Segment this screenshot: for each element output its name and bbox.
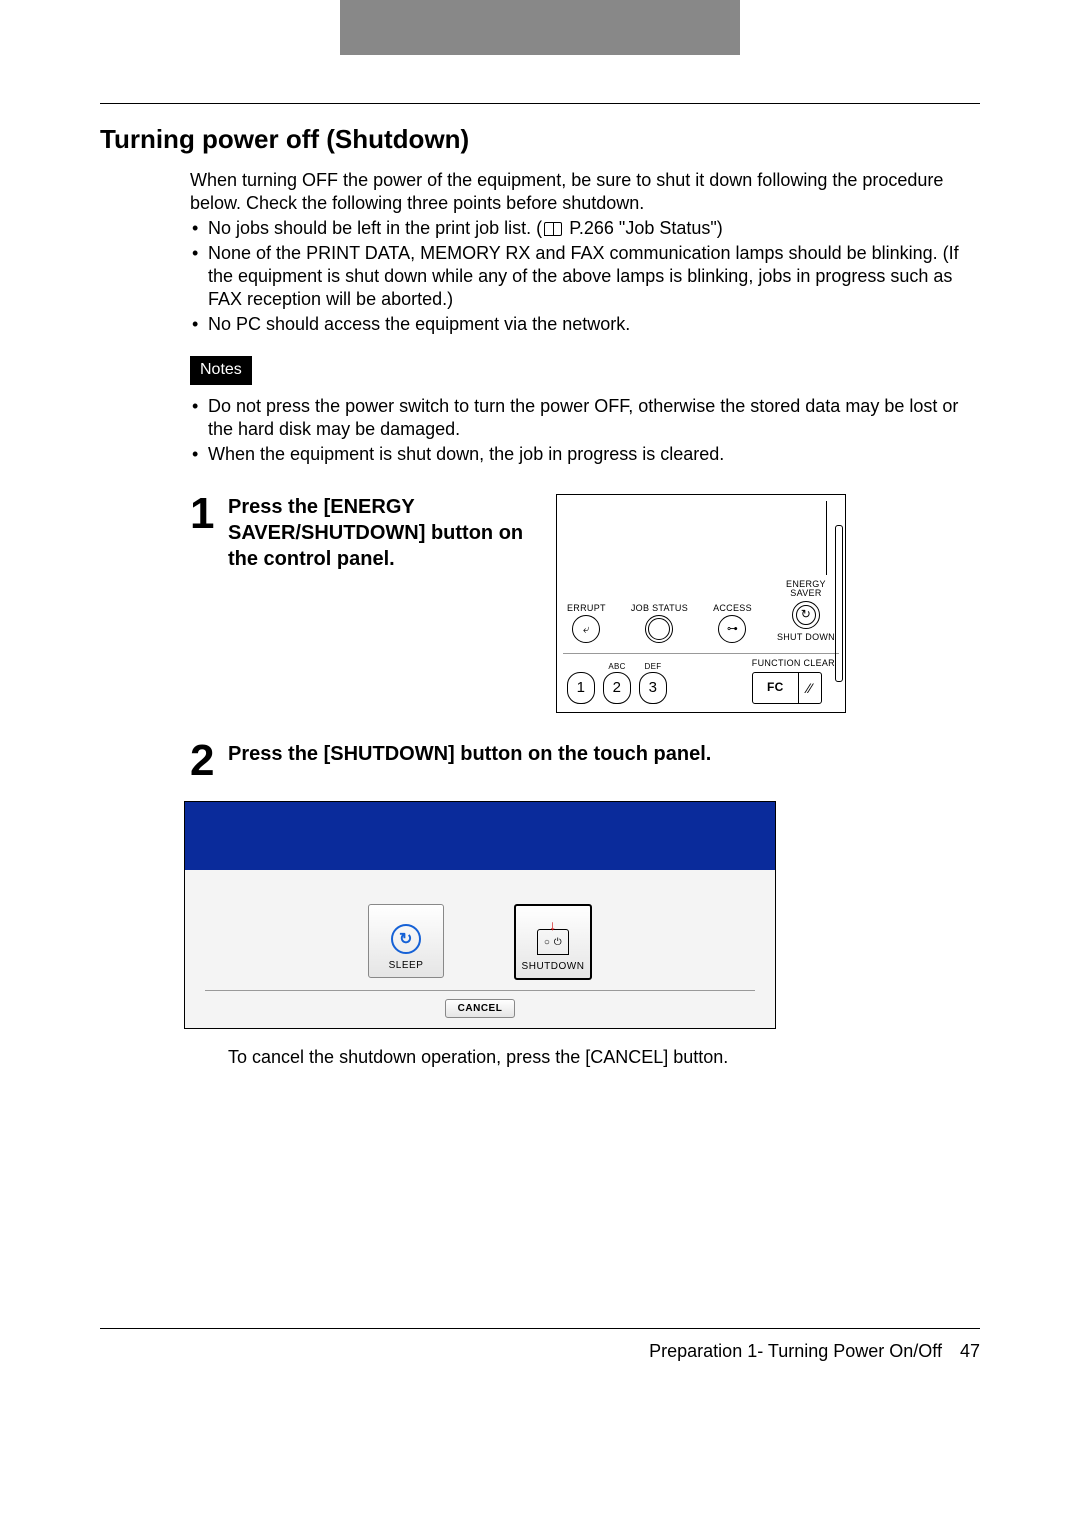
key-icon: ⊶ <box>718 615 746 643</box>
control-panel-illustration: ERRUPT ⤶ JOB STATUS ACCESS ⊶ ENERGY <box>556 494 846 713</box>
abc-label: ABC <box>608 662 625 672</box>
step-2-text: Press the [SHUTDOWN] button on the touch… <box>228 739 980 783</box>
energy-saver-label: ENERGY SAVER <box>786 579 826 599</box>
label-text: SAVER <box>786 589 826 598</box>
sleep-label: SLEEP <box>389 960 424 971</box>
notes-label: Notes <box>190 356 252 384</box>
shutdown-label: SHUTDOWN <box>522 961 585 972</box>
panel-divider <box>563 653 839 654</box>
footer-page-number: 47 <box>960 1341 980 1362</box>
panel-edge <box>835 525 843 682</box>
shutdown-icon: ↓ ○ ⏻ <box>537 929 569 955</box>
access-label: ACCESS <box>713 593 752 613</box>
numkey-3-icon: 3 <box>639 672 667 704</box>
intro-block: When turning OFF the power of the equipm… <box>190 169 980 466</box>
shutdown-label: SHUT DOWN <box>777 632 835 644</box>
intro-paragraph: When turning OFF the power of the equipm… <box>190 169 980 215</box>
interrupt-label: ERRUPT <box>567 593 606 613</box>
top-rule <box>100 103 980 104</box>
energy-saver-icon: ↻ <box>792 601 820 629</box>
footer-section: Preparation 1- Turning Power On/Off <box>649 1341 942 1362</box>
arrow-down-icon: ↓ <box>549 918 557 932</box>
abc-label <box>580 662 583 672</box>
page-content: Turning power off (Shutdown) When turnin… <box>0 103 1080 1402</box>
def-label: DEF <box>645 662 662 672</box>
step-1: 1 Press the [ENERGY SAVER/SHUTDOWN] butt… <box>190 492 980 713</box>
interrupt-icon: ⤶ <box>572 615 600 643</box>
number-keys: 1 ABC 2 DEF 3 <box>567 662 667 704</box>
touch-header <box>185 802 775 870</box>
touch-panel-wrap: ↻ SLEEP ↓ ○ ⏻ SHUTDOWN CANCEL <box>184 801 774 1029</box>
job-status-button: JOB STATUS <box>631 593 688 643</box>
step-2: 2 Press the [SHUTDOWN] button on the tou… <box>190 739 980 783</box>
bullet-text: No jobs should be left in the print job … <box>208 218 542 238</box>
function-clear-button-icon: FC ⁄⁄ <box>752 672 822 704</box>
page-footer: Preparation 1- Turning Power On/Off 47 <box>100 1328 980 1362</box>
function-clear-group: FUNCTION CLEAR FC ⁄⁄ <box>752 658 835 704</box>
sleep-icon: ↻ <box>391 924 421 954</box>
header-placeholder <box>340 0 740 55</box>
access-button: ACCESS ⊶ <box>713 593 752 643</box>
touch-panel-illustration: ↻ SLEEP ↓ ○ ⏻ SHUTDOWN CANCEL <box>184 801 776 1029</box>
interrupt-button: ERRUPT ⤶ <box>567 593 606 643</box>
sleep-button: ↻ SLEEP <box>368 904 444 978</box>
step-number: 1 <box>190 492 228 713</box>
shutdown-button: ↓ ○ ⏻ SHUTDOWN <box>514 904 592 980</box>
notes-bullets: Do not press the power switch to turn th… <box>190 395 980 466</box>
step-1-text: Press the [ENERGY SAVER/SHUTDOWN] button… <box>228 494 528 572</box>
panel-screen <box>565 501 827 575</box>
energy-saver-button: ENERGY SAVER ↻ SHUT DOWN <box>777 579 835 644</box>
numkey-2-icon: 2 <box>603 672 631 704</box>
led-icon: ⁄⁄ <box>799 673 821 703</box>
cancel-button: CANCEL <box>445 999 516 1018</box>
touch-divider <box>205 990 755 991</box>
intro-bullet: No jobs should be left in the print job … <box>190 217 980 240</box>
numkey-1-icon: 1 <box>567 672 595 704</box>
intro-bullet: No PC should access the equipment via th… <box>190 313 980 336</box>
circle-button-icon <box>645 615 673 643</box>
intro-bullet: None of the PRINT DATA, MEMORY RX and FA… <box>190 242 980 311</box>
notes-bullet: When the equipment is shut down, the job… <box>190 443 980 466</box>
touch-body: ↻ SLEEP ↓ ○ ⏻ SHUTDOWN CANCEL <box>185 870 775 1028</box>
function-clear-label: FUNCTION CLEAR <box>752 658 835 670</box>
post-step-text: To cancel the shutdown operation, press … <box>228 1047 980 1068</box>
cross-reference: P.266 "Job Status" <box>569 218 717 238</box>
section-title: Turning power off (Shutdown) <box>100 124 980 155</box>
job-status-label: JOB STATUS <box>631 593 688 613</box>
intro-bullets: No jobs should be left in the print job … <box>190 217 980 336</box>
bullet-text: ) <box>717 218 723 238</box>
fc-text: FC <box>753 673 799 703</box>
book-icon <box>544 222 562 236</box>
notes-bullet: Do not press the power switch to turn th… <box>190 395 980 441</box>
step-number: 2 <box>190 739 228 783</box>
